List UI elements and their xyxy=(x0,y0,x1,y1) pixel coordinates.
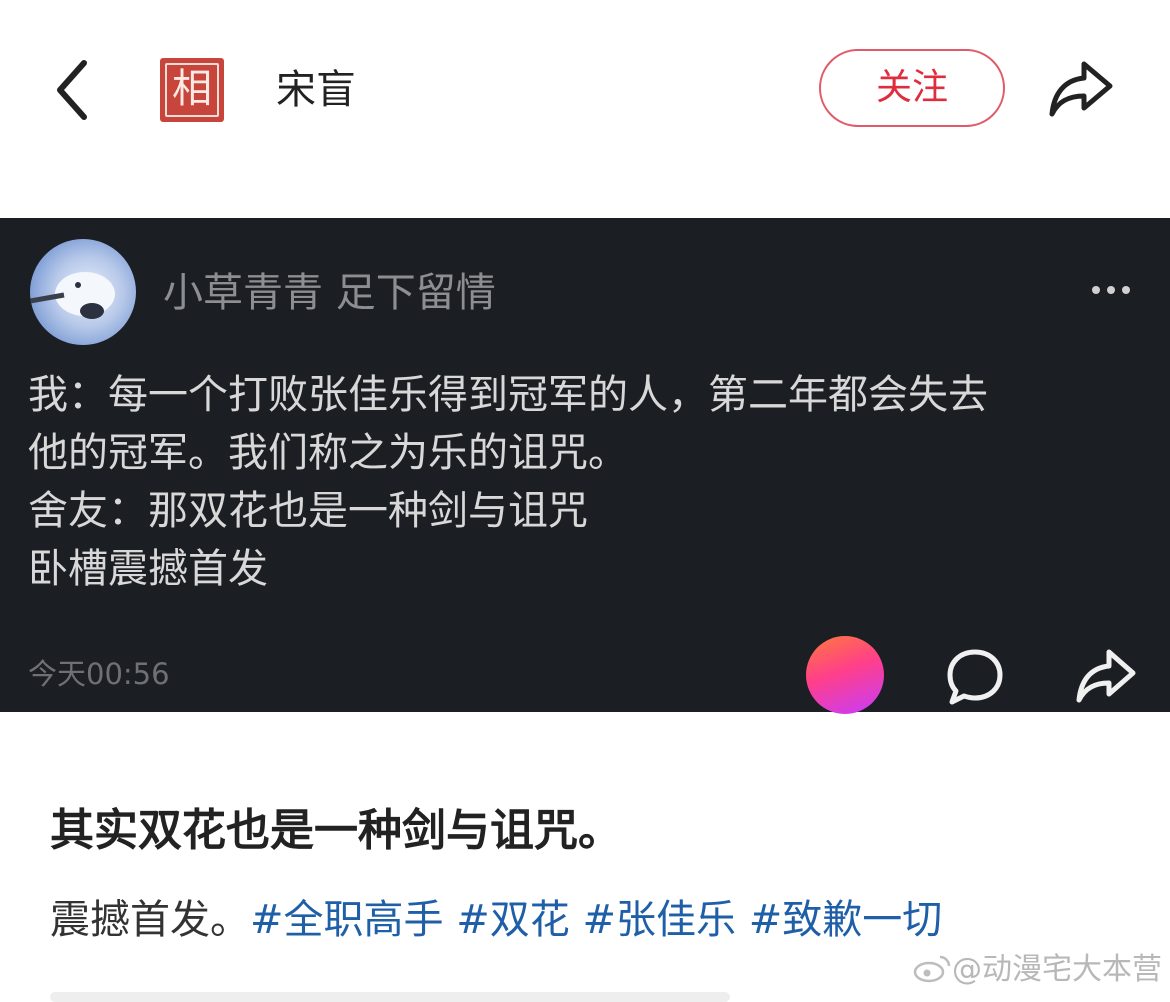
hashtag-link[interactable]: #致歉一切 xyxy=(749,897,943,943)
watermark-text: @动漫宅大本营 xyxy=(952,952,1162,987)
follow-button[interactable]: 关注 xyxy=(819,49,1005,127)
comment-text: 我：每一个打败张佳乐得到冠军的人，第二年都会失去 他的冠军。我们称之为乐的诅咒。… xyxy=(28,366,1148,598)
hashtag-link[interactable]: #双花 xyxy=(456,897,570,943)
body-text: 震撼首发。 xyxy=(50,897,250,943)
more-icon[interactable] xyxy=(1086,280,1136,300)
timestamp: 今天00:56 xyxy=(28,657,170,691)
commenter-name[interactable]: 小草青青 足下留情 xyxy=(163,266,496,320)
share-icon[interactable] xyxy=(1046,56,1116,122)
comment-line: 卧槽震撼首发 xyxy=(28,546,268,592)
emoji-reaction-icon[interactable] xyxy=(806,636,884,714)
comment-line: 舍友：那双花也是一种剑与诅咒 xyxy=(28,488,588,534)
seal-logo-text: 相 xyxy=(172,66,212,112)
comment-line: 他的冠军。我们称之为乐的诅咒。 xyxy=(28,430,628,476)
post-body: 震撼首发。#全职高手 #双花 #张佳乐 #致歉一切 xyxy=(50,890,942,950)
screenshot-comment-card: 小草青青 足下留情 我：每一个打败张佳乐得到冠军的人，第二年都会失去 他的冠军。… xyxy=(0,218,1170,714)
chevron-left-icon[interactable] xyxy=(48,55,98,125)
watermark: @动漫宅大本营 xyxy=(912,950,1162,990)
post-title: 其实双花也是一种剑与诅咒。 xyxy=(50,805,622,856)
comment-line: 我：每一个打败张佳乐得到冠军的人，第二年都会失去 xyxy=(28,372,988,418)
user-name[interactable]: 宋盲 xyxy=(276,64,356,116)
hashtag-link[interactable]: #张佳乐 xyxy=(582,897,736,943)
weibo-icon xyxy=(913,955,951,983)
forward-icon[interactable] xyxy=(1073,646,1139,706)
dolphin-avatar-icon xyxy=(30,272,115,319)
avatar[interactable]: 相 xyxy=(160,58,224,122)
bottom-edge xyxy=(50,992,730,1002)
comment-icon[interactable] xyxy=(944,646,1006,706)
hashtag-link[interactable]: #全职高手 xyxy=(250,897,444,943)
top-bar: 相 宋盲 关注 xyxy=(0,0,1170,218)
commenter-avatar[interactable] xyxy=(30,239,136,345)
